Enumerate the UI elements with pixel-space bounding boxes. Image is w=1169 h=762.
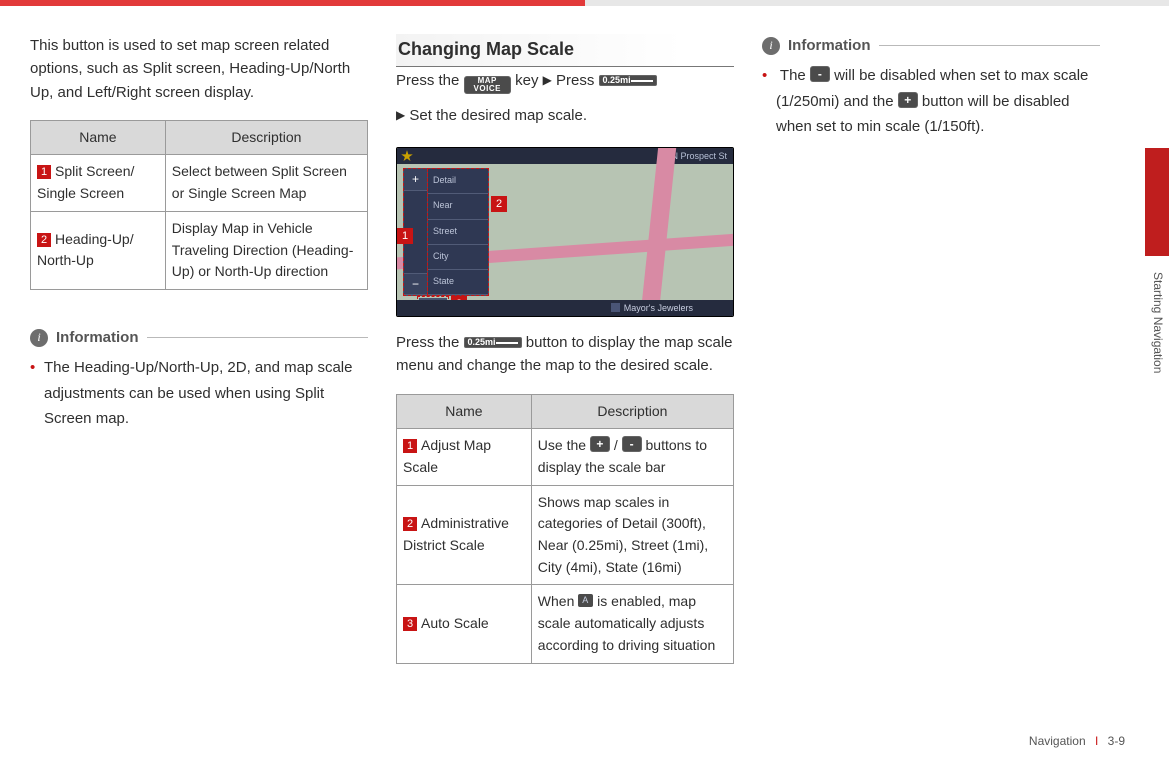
map-screenshot: N Prospect St + − Detail Near Street Cit…	[396, 147, 734, 317]
row-num-badge: 2	[403, 517, 417, 531]
row-num-badge: 1	[37, 165, 51, 179]
info-label: Information	[788, 34, 871, 57]
auto-icon	[578, 594, 593, 607]
shot-scale-item: State	[428, 270, 488, 295]
under-shot-text: Press the 0.25mi button to display the m…	[396, 331, 734, 378]
footer-separator: I	[1095, 734, 1098, 748]
arrow-icon: ▶	[396, 108, 405, 122]
shot-scale-panel: + − Detail Near Street City State	[403, 168, 489, 296]
map-voice-key-chip: MAP VOICE	[464, 76, 511, 94]
col2-table: Name Description 1Adjust Map Scale Use t…	[396, 394, 734, 664]
page-footer: Navigation I 3-9	[1029, 734, 1125, 748]
table-row: 2Heading-Up/ North-Up Display Map in Veh…	[31, 211, 368, 289]
scale-chip: 0.25mi	[599, 75, 657, 86]
row-num-badge: 1	[403, 439, 417, 453]
row-name: Split Screen/ Single Screen	[37, 163, 134, 201]
table-row: 1Adjust Map Scale Use the + / - buttons …	[397, 429, 734, 485]
info-divider	[879, 45, 1101, 46]
info-label: Information	[56, 326, 139, 349]
callout-2: 2	[491, 196, 507, 212]
col2-th-desc: Description	[531, 394, 733, 429]
shot-zoom-out: −	[404, 274, 427, 296]
shot-scale-item: Detail	[428, 169, 488, 194]
row-num-badge: 3	[403, 617, 417, 631]
col1-th-name: Name	[31, 120, 166, 155]
scale-chip: 0.25mi	[464, 337, 522, 348]
row-name: Auto Scale	[421, 615, 489, 631]
plus-icon: +	[590, 436, 610, 452]
col1-table: Name Description 1Split Screen/ Single S…	[30, 120, 368, 290]
shot-zoom-in: +	[404, 169, 427, 191]
callout-1: 1	[397, 228, 413, 244]
row-desc: When is enabled, map scale automatically…	[531, 585, 733, 663]
table-row: 2Administrative District Scale Shows map…	[397, 485, 734, 585]
instruction-line-2: ▶ Set the desired map scale.	[396, 104, 734, 127]
row-desc: Display Map in Vehicle Traveling Directi…	[165, 211, 367, 289]
info-heading: i Information	[762, 34, 1100, 57]
col1-th-desc: Description	[165, 120, 367, 155]
footer-section: Navigation	[1029, 734, 1086, 748]
info-list: The - will be disabled when set to max s…	[762, 63, 1100, 140]
info-divider	[147, 337, 369, 338]
minus-icon: -	[622, 436, 642, 452]
minus-icon: -	[810, 66, 830, 82]
instruction-line-1: Press the MAP VOICE key ▶ Press 0.25mi	[396, 69, 734, 94]
column-2: Changing Map Scale Press the MAP VOICE k…	[396, 34, 734, 708]
shot-scale-list: Detail Near Street City State	[427, 168, 489, 296]
info-icon: i	[30, 329, 48, 347]
row-desc: Shows map scales in categories of Detail…	[531, 485, 733, 585]
shot-scale-item: Near	[428, 194, 488, 219]
row-num-badge: 2	[37, 233, 51, 247]
column-1: This button is used to set map screen re…	[30, 34, 368, 708]
shot-top-text: N Prospect St	[671, 148, 727, 164]
column-3: i Information The - will be disabled whe…	[762, 34, 1100, 708]
info-icon: i	[762, 37, 780, 55]
info-bullet: The Heading-Up/North-Up, 2D, and map sca…	[44, 355, 368, 432]
shot-scale-item: Street	[428, 220, 488, 245]
col1-intro: This button is used to set map screen re…	[30, 34, 368, 104]
shot-road	[634, 147, 678, 317]
info-heading: i Information	[30, 326, 368, 349]
row-name: Administrative District Scale	[403, 515, 509, 553]
info-bullet: The - will be disabled when set to max s…	[776, 63, 1100, 140]
row-name: Heading-Up/ North-Up	[37, 231, 134, 269]
table-row: 1Split Screen/ Single Screen Select betw…	[31, 155, 368, 211]
row-desc: Use the + / - buttons to display the sca…	[531, 429, 733, 485]
table-row: 3 Auto Scale When is enabled, map scale a…	[397, 585, 734, 663]
col2-th-name: Name	[397, 394, 532, 429]
footer-page-number: 3-9	[1108, 734, 1125, 748]
section-heading: Changing Map Scale	[396, 34, 734, 67]
shot-scale-item: City	[428, 245, 488, 270]
plus-icon: +	[898, 92, 918, 108]
info-list: The Heading-Up/North-Up, 2D, and map sca…	[30, 355, 368, 432]
arrow-icon: ▶	[543, 73, 552, 87]
row-desc: Select between Split Screen or Single Sc…	[165, 155, 367, 211]
shot-bottom-label: Mayor's Jewelers	[611, 300, 693, 316]
